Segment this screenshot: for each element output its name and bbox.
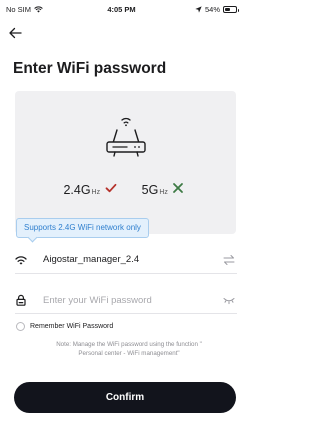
wifi-icon	[15, 256, 27, 265]
remember-password-option[interactable]: Remember WiFi Password	[16, 322, 113, 331]
password-note: Note: Manage the WiFi password using the…	[24, 341, 234, 358]
band-unit: Hz	[159, 189, 168, 196]
lock-icon	[16, 294, 26, 306]
band-tooltip: Supports 2.4G WiFi network only	[16, 218, 149, 238]
note-line-1: Note: Manage the WiFi password using the…	[56, 341, 202, 348]
router-icon	[106, 117, 146, 157]
remember-label: Remember WiFi Password	[30, 323, 114, 330]
band-label: 5G	[141, 183, 159, 197]
eye-closed-icon[interactable]	[223, 294, 235, 306]
band-label: 2.4G	[63, 183, 91, 197]
confirm-button[interactable]: Confirm	[14, 382, 236, 413]
battery-icon	[223, 6, 239, 13]
status-right: 54%	[195, 5, 239, 14]
note-line-2: Personal center - WiFi management"	[78, 349, 180, 357]
wifi-network-row[interactable]: Aigostar_manager_2.4	[15, 248, 237, 274]
location-arrow-icon	[195, 6, 202, 13]
password-input[interactable]	[43, 292, 203, 308]
battery-fill	[225, 8, 231, 11]
band-24g: 2.4GHz	[60, 179, 120, 199]
battery-percent: 54%	[204, 5, 220, 14]
password-row	[15, 288, 237, 314]
check-icon	[105, 183, 116, 193]
band-unit: Hz	[91, 189, 101, 196]
band-illustration: 2.4GHz 5GHz	[15, 91, 236, 234]
remember-radio[interactable]	[16, 322, 25, 331]
status-bar: No SIM 4:05 PM 54%	[0, 0, 243, 20]
cross-icon	[173, 183, 184, 193]
wifi-ssid: Aigostar_manager_2.4	[43, 254, 140, 265]
band-5g: 5GHz	[133, 179, 193, 199]
arrow-left-icon[interactable]	[8, 26, 22, 40]
switch-arrows-icon[interactable]	[223, 254, 235, 266]
page-title: Enter WiFi password	[13, 60, 167, 77]
